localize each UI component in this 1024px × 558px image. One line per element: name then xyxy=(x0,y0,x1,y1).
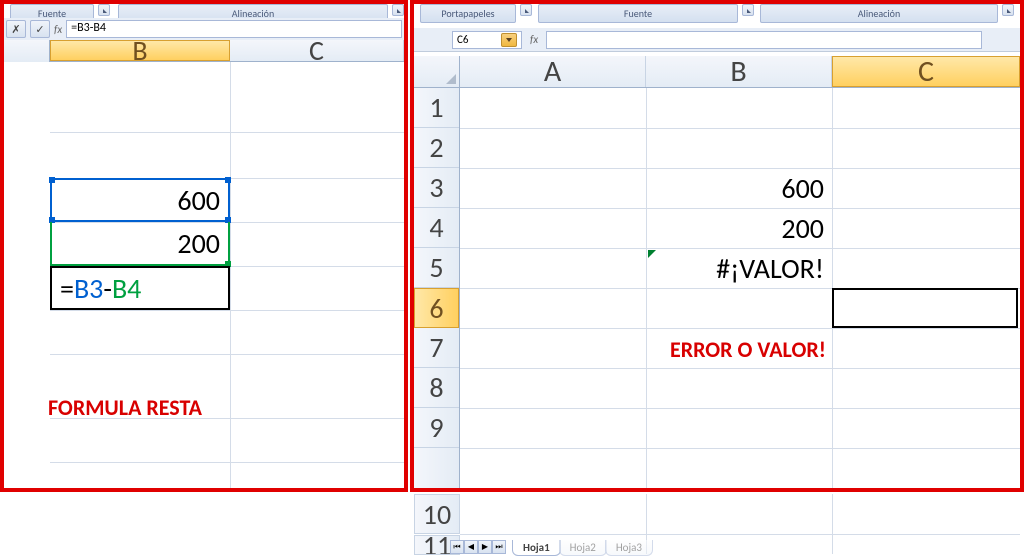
namebox-value: C6 xyxy=(457,33,468,46)
ribbon-group-alineacion-right: Alineación xyxy=(760,4,998,23)
cell-b3-value: 600 xyxy=(177,183,220,218)
ribbon-launcher-fuente-left[interactable] xyxy=(98,4,110,16)
row-headers-right: 1 2 3 4 5 6 7 8 9 xyxy=(414,88,460,488)
cell-b4-value: 200 xyxy=(177,226,220,261)
cell-b5-value-right: #¡VALOR! xyxy=(716,251,824,286)
overlay-error-valor: ERROR O VALOR! xyxy=(670,336,826,363)
sheet-tab-hoja1[interactable]: Hoja1 xyxy=(512,540,561,556)
ribbon-launcher-alineacion-right[interactable] xyxy=(1002,4,1014,16)
left-screenshot-panel: Fuente Alineación ✗ ✓ fx =B3-B4 B C 600 … xyxy=(0,0,408,492)
row-header-4[interactable]: 4 xyxy=(414,208,459,248)
cell-b3-left[interactable]: 600 xyxy=(50,178,230,222)
row-header-1[interactable]: 1 xyxy=(414,88,459,128)
column-header-a-right[interactable]: A xyxy=(460,56,646,87)
ribbon-group-fuente-right: Fuente xyxy=(538,4,738,23)
cell-b4-value-right: 200 xyxy=(781,211,824,246)
column-headers-left: B C xyxy=(4,40,404,62)
column-header-c-left[interactable]: C xyxy=(230,40,404,61)
ribbon-group-portapapeles: Portapapeles xyxy=(420,4,516,23)
tab-nav-last[interactable]: ⏭ xyxy=(492,540,506,554)
right-screenshot-panel: Portapapeles Fuente Alineación C6 fx A B… xyxy=(410,0,1024,492)
formula-bar-right: C6 fx xyxy=(414,28,1020,52)
fx-icon-left[interactable]: fx xyxy=(54,23,62,36)
sheet-tab-hoja2[interactable]: Hoja2 xyxy=(559,540,607,556)
ribbon-launcher-fuente-right[interactable] xyxy=(742,4,754,16)
cell-b3-right[interactable]: 600 xyxy=(646,168,832,208)
column-header-b-right[interactable]: B xyxy=(646,56,832,87)
formula-input-right[interactable] xyxy=(546,31,982,49)
cell-b5-left[interactable]: =B3-B4 xyxy=(50,266,230,310)
b5-equals: = xyxy=(60,271,74,306)
confirm-formula-button[interactable]: ✓ xyxy=(30,20,50,38)
row-header-7[interactable]: 7 xyxy=(414,328,459,368)
select-all-corner-right[interactable] xyxy=(414,56,460,87)
row-header-3[interactable]: 3 xyxy=(414,168,459,208)
cancel-formula-button[interactable]: ✗ xyxy=(6,20,26,38)
error-indicator-icon xyxy=(648,250,656,258)
formula-bar-left: ✗ ✓ fx =B3-B4 xyxy=(4,18,404,41)
row-header-5[interactable]: 5 xyxy=(414,248,459,288)
check-icon: ✓ xyxy=(35,23,44,36)
row-header-2[interactable]: 2 xyxy=(414,128,459,168)
sheet-tab-hoja3[interactable]: Hoja3 xyxy=(605,540,653,556)
row-header-9[interactable]: 9 xyxy=(414,408,459,448)
row-header-6[interactable]: 6 xyxy=(414,288,459,328)
tab-nav-buttons: ⏮ ◀ ▶ ⏭ xyxy=(450,540,506,556)
ribbon-launcher-portapapeles[interactable] xyxy=(520,4,532,16)
b5-ref2: B4 xyxy=(112,271,141,306)
fx-icon-right[interactable]: fx xyxy=(530,33,538,46)
row-header-8[interactable]: 8 xyxy=(414,368,459,408)
cell-b4-left[interactable]: 200 xyxy=(50,222,230,266)
cell-b3-value-right: 600 xyxy=(781,171,824,206)
row-header-10[interactable]: 10 xyxy=(414,494,460,534)
tab-nav-first[interactable]: ⏮ xyxy=(450,540,464,554)
column-header-b-left[interactable]: B xyxy=(50,40,230,61)
formula-input-left[interactable]: =B3-B4 xyxy=(66,20,402,38)
overlay-formula-resta: FORMULA RESTA xyxy=(48,394,202,421)
select-all-corner-left[interactable] xyxy=(4,40,50,62)
cell-b5-right[interactable]: #¡VALOR! xyxy=(646,248,832,288)
name-box-right[interactable]: C6 xyxy=(452,31,522,49)
tab-nav-prev[interactable]: ◀ xyxy=(464,540,478,554)
b5-ref1: B3 xyxy=(74,271,103,306)
tab-nav-next[interactable]: ▶ xyxy=(478,540,492,554)
sheet-tabs: ⏮ ◀ ▶ ⏭ Hoja1 Hoja2 Hoja3 xyxy=(450,540,651,556)
cell-b4-right[interactable]: 200 xyxy=(646,208,832,248)
column-headers-right: A B C xyxy=(414,56,1020,88)
namebox-dropdown-icon[interactable] xyxy=(501,33,517,47)
active-cell-c6[interactable] xyxy=(832,288,1018,328)
x-icon: ✗ xyxy=(11,23,20,36)
column-header-c-right[interactable]: C xyxy=(832,56,1020,87)
ribbon-launcher-alineacion-left[interactable] xyxy=(392,4,404,16)
b5-minus: - xyxy=(103,271,112,306)
